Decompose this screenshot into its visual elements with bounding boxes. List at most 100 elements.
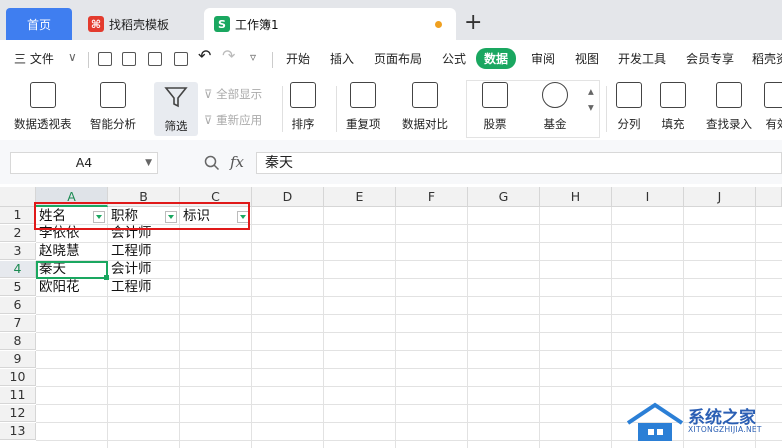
menu-docer[interactable]: 稻壳资 (752, 50, 782, 67)
split-column-label: 分列 (617, 117, 641, 131)
preview-icon[interactable] (174, 52, 188, 66)
gridline (36, 368, 782, 369)
print-icon[interactable] (148, 52, 162, 66)
gallery-down-icon[interactable]: ▾ (588, 100, 594, 114)
column-header-j[interactable]: J (684, 187, 756, 207)
validity-label: 有效 (765, 117, 782, 131)
menu-start[interactable]: 开始 (286, 50, 310, 67)
tab-home[interactable]: 首页 (6, 8, 72, 40)
gridline (36, 314, 782, 315)
fill-down-icon (660, 82, 686, 108)
zoom-icon[interactable] (204, 155, 220, 171)
duplicates-button[interactable]: 重复项 (346, 82, 381, 132)
formula-input[interactable]: 秦天 (256, 152, 782, 174)
gridline (107, 207, 108, 448)
chevron-down-icon[interactable]: ▼ (145, 153, 152, 173)
row-header-8[interactable]: 8 (0, 333, 36, 350)
tab-bar: 首页 ⌘ 找稻壳模板 S 工作簿1 + (0, 0, 782, 40)
new-tab-button[interactable]: + (464, 12, 482, 34)
tab-template[interactable]: ⌘ 找稻壳模板 (78, 8, 202, 40)
menu-data[interactable]: 数据 (476, 48, 517, 69)
export-icon[interactable] (122, 52, 136, 66)
header-highlight-box (34, 202, 250, 230)
file-menu[interactable]: 三 文件 (14, 50, 54, 67)
row-header-12[interactable]: 12 (0, 405, 36, 422)
row-header-5[interactable]: 5 (0, 279, 36, 296)
undo-icon[interactable]: ↶ (198, 46, 211, 65)
select-all-corner[interactable] (0, 187, 36, 207)
lookup-entry-icon (716, 82, 742, 108)
menu-insert[interactable]: 插入 (330, 50, 354, 67)
menu-developer[interactable]: 开发工具 (618, 50, 666, 67)
fill-handle[interactable] (104, 275, 109, 280)
cell-a3[interactable]: 赵晓慧 (37, 243, 107, 260)
cell-b4[interactable]: 会计师 (109, 261, 179, 278)
gallery-up-icon[interactable]: ▴ (588, 84, 594, 98)
gridline (179, 207, 180, 448)
stock-button[interactable]: 股票 (482, 82, 508, 132)
active-cell-cursor (36, 261, 108, 279)
column-header-h[interactable]: H (540, 187, 612, 207)
column-header-d[interactable]: D (252, 187, 324, 207)
row-header-11[interactable]: 11 (0, 387, 36, 404)
pivot-table-button[interactable]: 数据透视表 (14, 82, 72, 132)
file-dropdown-icon[interactable]: ∨ (68, 50, 77, 64)
cell-b5[interactable]: 工程师 (109, 279, 179, 296)
watermark: 系统之家 XITONGZHIJIA.NET (622, 395, 782, 448)
spreadsheet-logo-icon: S (214, 16, 230, 32)
validity-button[interactable]: 有效 (764, 82, 782, 132)
unsaved-dot-icon (435, 21, 442, 28)
pivot-table-label: 数据透视表 (14, 117, 72, 131)
row-header-3[interactable]: 3 (0, 243, 36, 260)
menu-view[interactable]: 视图 (575, 50, 599, 67)
menu-formula[interactable]: 公式 (442, 50, 466, 67)
fund-yen-icon (542, 82, 568, 108)
duplicates-icon (350, 82, 377, 108)
fill-label: 填充 (661, 117, 685, 131)
column-header-i[interactable]: I (612, 187, 684, 207)
column-header-k[interactable] (756, 187, 782, 207)
column-header-e[interactable]: E (324, 187, 396, 207)
sort-icon (290, 82, 316, 108)
fx-icon[interactable]: fx (230, 153, 244, 171)
column-header-g[interactable]: G (468, 187, 540, 207)
house-logo-icon (626, 402, 684, 441)
name-box[interactable]: A4 ▼ (10, 152, 158, 174)
filter-button[interactable]: 筛选 (154, 82, 198, 136)
validity-icon (764, 82, 782, 108)
row-header-9[interactable]: 9 (0, 351, 36, 368)
lookup-entry-label: 查找录入 (706, 117, 752, 131)
row-header-6[interactable]: 6 (0, 297, 36, 314)
reapply-label: 重新应用 (216, 113, 263, 127)
row-header-13[interactable]: 13 (0, 423, 36, 440)
menu-review[interactable]: 审阅 (531, 50, 555, 67)
cell-reference: A4 (75, 155, 93, 170)
row-header-1[interactable]: 1 (0, 207, 36, 224)
cell-b3[interactable]: 工程师 (109, 243, 179, 260)
menu-member[interactable]: 会员专享 (686, 50, 734, 67)
fill-button[interactable]: 填充 (660, 82, 686, 132)
smart-analysis-button[interactable]: 智能分析 (90, 82, 136, 132)
reapply-button[interactable]: ⊽ 重新应用 (204, 112, 262, 128)
redo-icon[interactable]: ↷ (222, 46, 235, 65)
gridline (539, 207, 540, 448)
column-header-f[interactable]: F (396, 187, 468, 207)
gridline (395, 207, 396, 448)
data-compare-button[interactable]: 数据对比 (402, 82, 448, 132)
split-column-button[interactable]: 分列 (616, 82, 642, 132)
lookup-entry-button[interactable]: 查找录入 (706, 82, 752, 132)
row-header-10[interactable]: 10 (0, 369, 36, 386)
tab-workbook[interactable]: S 工作簿1 (204, 8, 456, 40)
row-header-7[interactable]: 7 (0, 315, 36, 332)
cell-a5[interactable]: 欧阳花 (37, 279, 107, 296)
row-header-2[interactable]: 2 (0, 225, 36, 242)
gridline (36, 332, 782, 333)
row-header-4[interactable]: 4 (0, 261, 36, 278)
show-all-button[interactable]: ⊽ 全部显示 (204, 86, 262, 102)
menu-page-layout[interactable]: 页面布局 (374, 50, 422, 67)
separator (336, 86, 337, 132)
save-icon[interactable] (98, 52, 112, 66)
fund-button[interactable]: 基金 (542, 82, 568, 132)
sort-button[interactable]: 排序 (290, 82, 316, 132)
quick-access-dropdown-icon[interactable]: ▿ (250, 50, 256, 64)
